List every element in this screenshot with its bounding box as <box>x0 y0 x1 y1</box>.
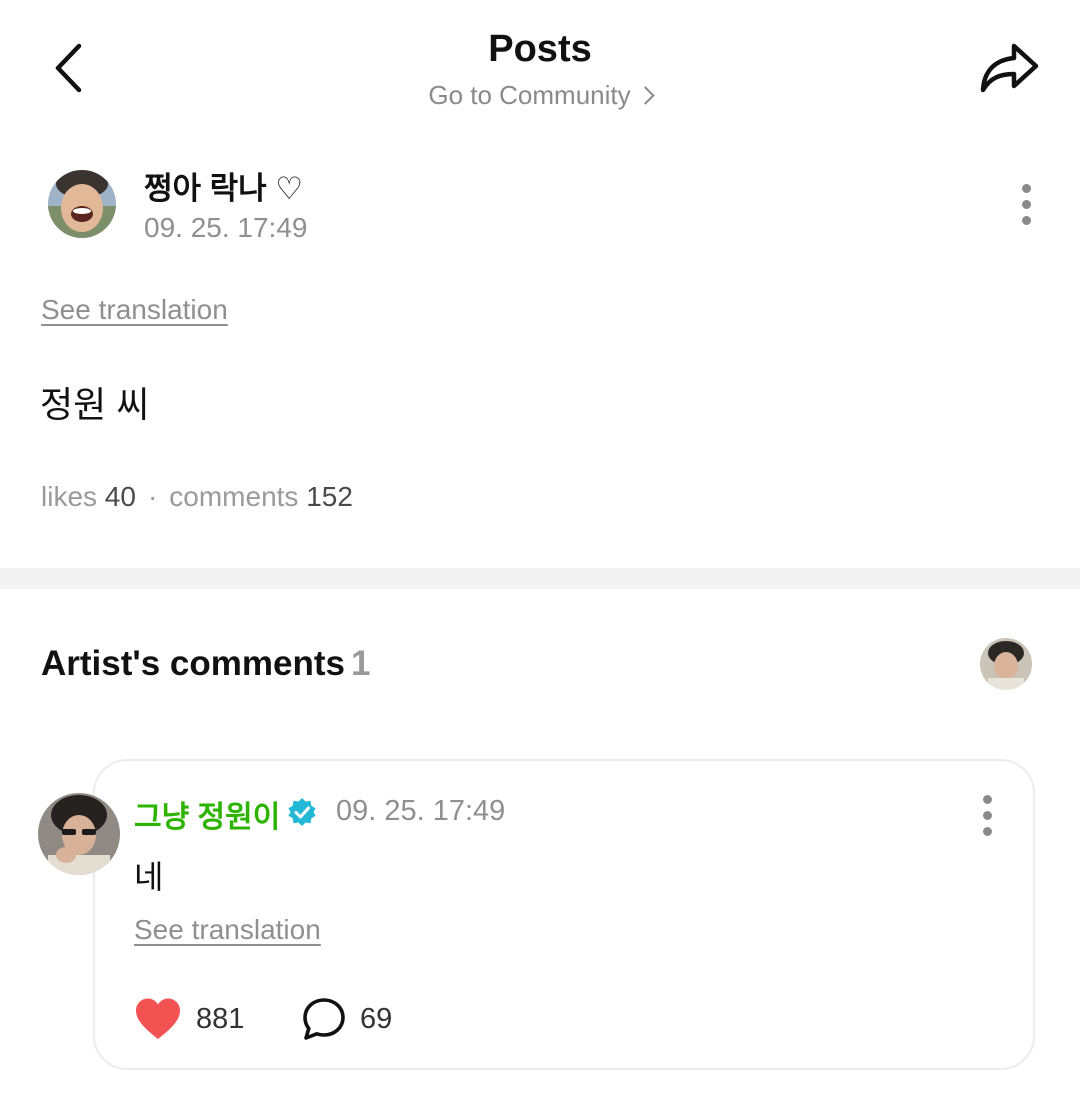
page-title: Posts <box>488 28 592 70</box>
kebab-menu-icon <box>977 795 997 836</box>
heart-icon <box>136 998 180 1039</box>
comment-author-avatar[interactable] <box>38 793 120 875</box>
post-see-translation-link[interactable]: See translation <box>41 294 228 326</box>
stats-separator: · <box>147 481 158 512</box>
avatar-photo <box>48 170 116 238</box>
comments-stat[interactable]: comments 152 <box>169 481 353 512</box>
verified-badge-icon <box>288 798 316 826</box>
comment-like-button[interactable]: 881 <box>134 996 244 1042</box>
chevron-right-icon <box>635 86 655 105</box>
likes-stat[interactable]: likes 40 <box>41 481 136 512</box>
comment-timestamp: 09. 25. 17:49 <box>336 795 506 827</box>
artist-comments-heading: Artist's comments 1 <box>41 644 370 684</box>
share-button[interactable] <box>978 38 1042 98</box>
artist-comments-title: Artist's comments <box>41 644 345 683</box>
comment-see-translation-link[interactable]: See translation <box>134 914 321 946</box>
likes-count: 40 <box>104 481 136 512</box>
post-author-name[interactable]: 쩡아 락나 ♡ <box>144 163 303 208</box>
comment-more-button[interactable] <box>977 795 997 839</box>
kebab-menu-icon <box>1016 184 1036 225</box>
artist-comments-count: 1 <box>350 644 371 683</box>
section-divider <box>0 568 1080 589</box>
comment-author-name[interactable]: 그냥 정원이 <box>134 792 280 836</box>
community-link-label: Go to Community <box>428 80 631 110</box>
share-arrow-icon <box>980 43 1039 93</box>
post-more-button[interactable] <box>1016 184 1036 228</box>
comment-reply-button[interactable]: 69 <box>302 996 392 1042</box>
speech-bubble-icon <box>303 998 345 1040</box>
post-body-text: 정원 씨 <box>40 384 150 425</box>
post-stats: likes 40 · comments 152 <box>41 481 353 513</box>
post-author-avatar[interactable] <box>48 170 116 238</box>
comment-body-text: 네 <box>134 859 164 895</box>
avatar-photo <box>980 638 1032 690</box>
artist-avatar-filter[interactable] <box>980 638 1032 690</box>
likes-label: likes <box>41 481 98 512</box>
comments-label: comments <box>169 481 299 512</box>
comments-count: 152 <box>306 481 353 512</box>
like-count: 881 <box>196 1002 245 1035</box>
avatar-photo <box>38 793 120 875</box>
post-timestamp: 09. 25. 17:49 <box>144 212 308 243</box>
go-to-community-link[interactable]: Go to Community <box>0 80 1080 111</box>
reply-count: 69 <box>360 1002 393 1035</box>
